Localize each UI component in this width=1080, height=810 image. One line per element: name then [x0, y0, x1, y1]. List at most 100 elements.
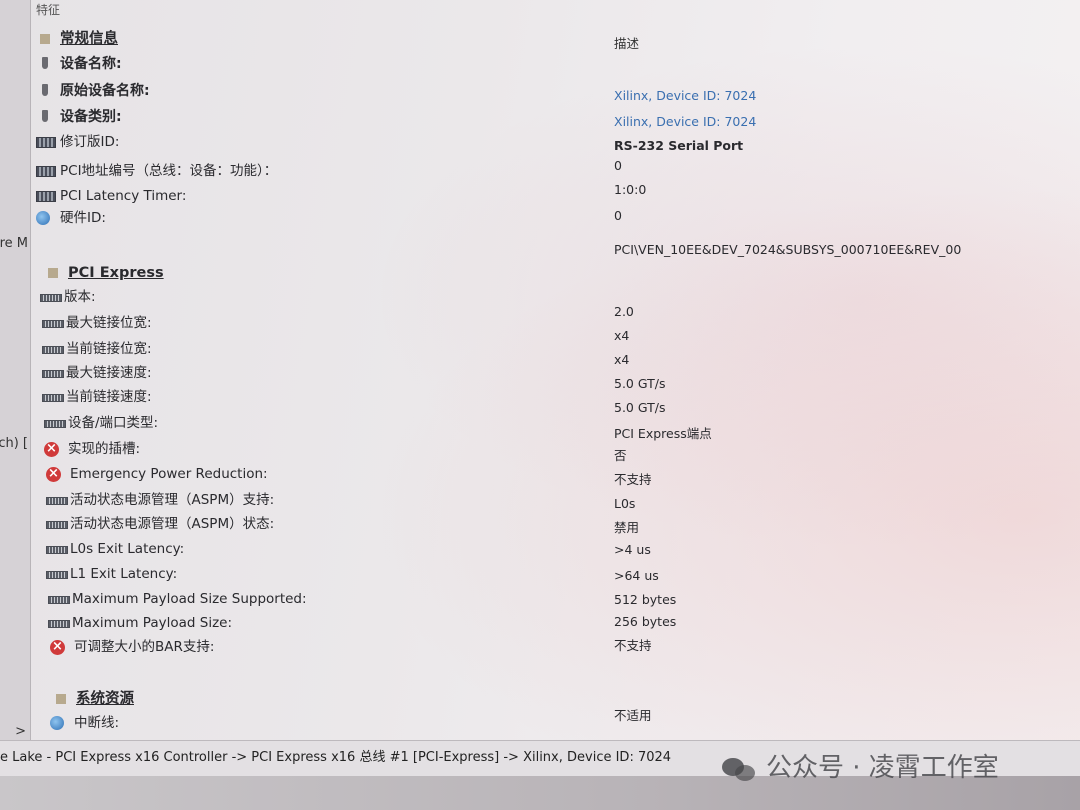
property-label: Emergency Power Reduction:	[70, 466, 268, 482]
property-value: 5.0 GT/s	[614, 376, 666, 391]
watermark-text: 公众号 · 凌霄工作室	[766, 753, 999, 783]
property-row[interactable]: 原始设备名称:	[36, 80, 150, 102]
property-label: PCI Express	[68, 265, 164, 281]
property-row[interactable]: 当前链接速度:	[42, 386, 152, 408]
column-header: 特征 描述	[30, 0, 1080, 51]
property-label: L0s Exit Latency:	[70, 541, 185, 557]
expand-arrow-icon[interactable]: >	[15, 724, 26, 739]
property-label: PCI Latency Timer:	[60, 188, 187, 204]
column-description[interactable]: 描述	[614, 33, 639, 52]
property-row[interactable]: Maximum Payload Size Supported:	[48, 588, 307, 610]
property-value: x4	[614, 328, 630, 343]
property-row[interactable]: 最大链接速度:	[42, 362, 152, 384]
device-path: e Lake - PCI Express x16 Controller -> P…	[0, 750, 672, 765]
property-value: Xilinx, Device ID: 7024	[614, 114, 757, 129]
property-value: RS-232 Serial Port	[614, 138, 744, 153]
property-row[interactable]: 可调整大小的BAR支持:	[50, 636, 214, 658]
device-properties-window: re M ch) [ > 特征 描述 常规信息设备名称: 原始设备名称: Xilin…	[0, 0, 1080, 810]
property-value: 否	[614, 448, 627, 463]
property-label: 最大链接速度:	[66, 365, 152, 381]
slot-icon	[46, 493, 66, 507]
slot-icon	[48, 592, 68, 606]
property-row[interactable]: Maximum Payload Size:	[48, 612, 232, 634]
slot-icon	[44, 416, 64, 430]
slot-icon	[42, 366, 62, 380]
property-value: 1:0:0	[614, 182, 647, 197]
slot-icon	[42, 390, 62, 404]
property-row[interactable]: PCI地址编号（总线：设备：功能）：	[36, 160, 277, 182]
property-label: 中断线:	[74, 715, 120, 731]
property-row[interactable]: 最大链接位宽:	[42, 312, 152, 334]
property-row[interactable]: 设备/端口类型:	[44, 412, 158, 434]
folder-icon	[44, 266, 64, 280]
property-value: 256 bytes	[614, 614, 677, 629]
property-value: Xilinx, Device ID: 7024	[614, 88, 757, 103]
property-value: 0	[614, 158, 622, 173]
property-label: 设备类别:	[60, 109, 122, 125]
property-label: Maximum Payload Size:	[72, 615, 233, 631]
property-label: 活动状态电源管理（ASPM）状态:	[70, 516, 275, 532]
card-icon	[36, 189, 56, 203]
folder-icon	[52, 692, 72, 706]
property-label: 活动状态电源管理（ASPM）支持:	[70, 492, 275, 508]
property-row[interactable]: 常规信息	[36, 28, 118, 50]
property-label: 当前链接位宽:	[66, 341, 152, 357]
property-row[interactable]: 中断线:	[50, 712, 119, 734]
property-label: 当前链接速度:	[66, 389, 152, 405]
property-label: 硬件ID:	[60, 210, 106, 226]
property-value: x4	[614, 352, 630, 367]
tree-item-cut[interactable]: re M	[0, 236, 28, 251]
globe-icon	[50, 716, 70, 730]
slot-icon	[42, 342, 62, 356]
property-row[interactable]: 设备类别:	[36, 106, 122, 128]
property-value: 0	[614, 208, 622, 223]
property-label: 实现的插槽:	[68, 441, 141, 457]
x-icon	[50, 640, 70, 654]
slot-icon	[40, 290, 60, 304]
property-row[interactable]: 当前链接位宽:	[42, 338, 152, 360]
folder-icon	[36, 32, 56, 46]
watermark: 公众号 · 凌霄工作室	[722, 748, 999, 788]
property-label: PCI地址编号（总线：设备：功能）：	[60, 163, 278, 179]
property-row[interactable]: 实现的插槽:	[44, 438, 140, 460]
device-tree-pane[interactable]: re M ch) [ >	[0, 0, 31, 740]
slot-icon	[46, 567, 66, 581]
property-row[interactable]: 修订版ID:	[36, 131, 119, 153]
property-row[interactable]: 系统资源	[52, 688, 134, 710]
property-label: 可调整大小的BAR支持:	[74, 639, 215, 655]
property-label: L1 Exit Latency:	[70, 566, 178, 582]
slot-icon	[48, 616, 68, 630]
property-row[interactable]: PCI Latency Timer:	[36, 185, 186, 207]
globe-icon	[36, 211, 56, 225]
slot-icon	[46, 542, 66, 556]
property-label: 常规信息	[60, 31, 118, 47]
property-row[interactable]: 版本:	[40, 286, 96, 308]
property-row[interactable]: 设备名称:	[36, 53, 122, 75]
property-value: 不支持	[614, 638, 652, 653]
column-feature[interactable]: 特征	[36, 1, 60, 18]
wechat-icon	[722, 756, 756, 782]
plug-icon	[36, 84, 56, 98]
property-label: Maximum Payload Size Supported:	[72, 591, 307, 607]
property-label: 版本:	[64, 289, 96, 305]
card-icon	[36, 164, 56, 178]
property-label: 修订版ID:	[60, 134, 120, 150]
x-icon	[46, 467, 66, 481]
property-value: 5.0 GT/s	[614, 400, 666, 415]
property-row[interactable]: 活动状态电源管理（ASPM）支持:	[46, 489, 274, 511]
property-row[interactable]: PCI Express	[44, 262, 164, 284]
property-value: 512 bytes	[614, 592, 677, 607]
plug-icon	[36, 110, 56, 124]
property-row[interactable]: 硬件ID:	[36, 207, 106, 229]
property-label: 系统资源	[76, 691, 134, 707]
card-icon	[36, 135, 56, 149]
property-value: 2.0	[614, 304, 634, 319]
property-row[interactable]: 活动状态电源管理（ASPM）状态:	[46, 513, 274, 535]
property-value: 不支持	[614, 472, 652, 487]
property-value: L0s	[614, 496, 636, 511]
property-row[interactable]: Emergency Power Reduction:	[46, 463, 268, 485]
property-row[interactable]: L0s Exit Latency:	[46, 538, 184, 560]
property-row[interactable]: L1 Exit Latency:	[46, 563, 177, 585]
tree-item-cut[interactable]: ch) [	[0, 436, 28, 451]
property-value: 禁用	[614, 520, 640, 535]
